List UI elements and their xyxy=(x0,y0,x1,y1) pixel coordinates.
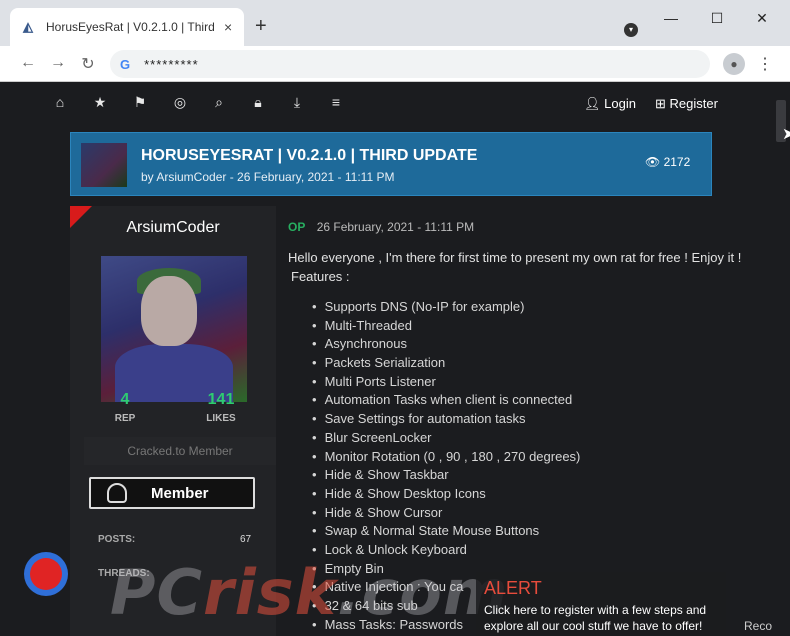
home-icon[interactable]: ⌂ xyxy=(51,94,69,110)
feature-item: Supports DNS (No-IP for example) xyxy=(312,298,580,317)
chat-widget-button[interactable] xyxy=(24,552,68,596)
new-tab-button[interactable]: + xyxy=(255,16,267,36)
search-icon[interactable]: ⌕ xyxy=(210,94,228,111)
feature-item: Automation Tasks when client is connecte… xyxy=(312,391,580,410)
op-badge: OP xyxy=(288,220,306,234)
likes-label: LIKES xyxy=(206,413,236,424)
plus-square-icon: ⊞ xyxy=(655,96,670,111)
forum-page: ⌂ ★ ⚑ ◎ ⌕ 🔒︎ ⤓ ≡ 👤︎ Login ⊞ Register ➤ H… xyxy=(0,82,790,636)
thread-header: HORUSEYESRAT | V0.2.1.0 | THIRD UPDATE b… xyxy=(70,132,712,196)
author-name[interactable]: ArsiumCoder xyxy=(70,219,276,237)
intro-text: Hello everyone , I'm there for first tim… xyxy=(288,250,742,265)
feature-item: Multi-Threaded xyxy=(312,317,580,336)
flag-icon[interactable]: ⚑ xyxy=(131,94,149,111)
alert-text: Click here to register with a few steps … xyxy=(484,603,707,633)
back-arrow-icon[interactable]: ← xyxy=(18,54,38,72)
thread-title: HORUSEYESRAT | V0.2.1.0 | THIRD UPDATE xyxy=(141,147,478,164)
post-intro: Hello everyone , I'm there for first tim… xyxy=(288,248,764,286)
site-favicon-icon: ◭ xyxy=(23,19,33,34)
features-heading: Features : xyxy=(291,269,350,284)
coins-icon[interactable]: ◎ xyxy=(171,94,189,111)
star-icon[interactable]: ★ xyxy=(91,94,109,111)
download-icon[interactable]: ⤓ xyxy=(288,94,306,111)
tab-search-icon[interactable]: ▾ xyxy=(624,23,638,37)
thread-meta: by ArsiumCoder - 26 February, 2021 - 11:… xyxy=(141,170,395,184)
member-user-icon xyxy=(107,483,127,503)
google-g-icon: G xyxy=(120,56,131,72)
rep-count: 4 xyxy=(120,391,130,408)
view-count: 👁︎ 2172 xyxy=(645,155,691,169)
tab-close-icon[interactable]: × xyxy=(224,19,232,35)
rep-label: REP xyxy=(114,413,136,424)
url-text: ********* xyxy=(144,56,199,72)
posts-count: 67 xyxy=(240,534,252,545)
user-icon: 👤︎ xyxy=(584,96,605,111)
tab-title: HorusEyesRat | V0.2.1.0 | Third Up xyxy=(46,20,216,34)
feature-item: Hide & Show Desktop Icons xyxy=(312,485,580,504)
address-bar[interactable]: G ********* xyxy=(110,50,710,78)
account-icon[interactable]: ● xyxy=(723,53,745,75)
forward-arrow-icon[interactable]: → xyxy=(48,54,68,72)
likes-count: 141 xyxy=(207,391,235,408)
posts-label: POSTS: xyxy=(98,534,136,545)
close-window-button[interactable]: ✕ xyxy=(752,10,772,27)
tab-strip: ◭ HorusEyesRat | V0.2.1.0 | Third Up × +… xyxy=(0,0,790,46)
feature-item: Save Settings for automation tasks xyxy=(312,410,580,429)
login-link[interactable]: 👤︎ Login xyxy=(584,96,636,112)
feature-item: Monitor Rotation (0 , 90 , 180 , 270 deg… xyxy=(312,448,581,467)
user-title: Cracked.to Member xyxy=(84,437,276,465)
register-link[interactable]: ⊞ Register xyxy=(655,96,718,112)
watermark-logo: PCrisk.com xyxy=(110,556,509,629)
member-rank-badge: Member xyxy=(89,477,255,509)
feature-item: Multi Ports Listener xyxy=(312,373,580,392)
feature-item: Packets Serialization xyxy=(312,354,580,373)
browser-tab[interactable]: ◭ HorusEyesRat | V0.2.1.0 | Third Up × xyxy=(10,8,244,46)
member-rank-label: Member xyxy=(151,485,209,502)
feature-item: Hide & Show Cursor xyxy=(312,504,580,523)
feature-item: Blur ScreenLocker xyxy=(312,429,580,448)
post-date: 26 February, 2021 - 11:11 PM xyxy=(316,220,475,234)
menu-icon[interactable]: ≡ xyxy=(327,94,345,110)
browser-toolbar: ← → ↻ G ********* ● ⋮ xyxy=(0,46,790,82)
mouse-cursor-icon: ➤ xyxy=(782,126,790,143)
top-navigation: ⌂ ★ ⚑ ◎ ⌕ 🔒︎ ⤓ ≡ 👤︎ Login ⊞ Register xyxy=(0,82,790,126)
alert-title: ALERT xyxy=(484,578,542,598)
feature-item: Swap & Normal State Mouse Buttons xyxy=(312,522,580,541)
eye-icon: 👁︎ xyxy=(645,155,664,169)
browser-menu-icon[interactable]: ⋮ xyxy=(757,54,773,74)
reload-icon[interactable]: ↻ xyxy=(78,54,98,74)
thread-author-avatar[interactable] xyxy=(81,143,127,187)
recaptcha-label: Reco xyxy=(744,619,773,633)
post-meta: OP 26 February, 2021 - 11:11 PM xyxy=(288,220,474,234)
feature-item: Hide & Show Taskbar xyxy=(312,466,580,485)
lock-icon[interactable]: 🔒︎ xyxy=(249,94,267,111)
register-alert[interactable]: ALERT Click here to register with a few … xyxy=(476,572,726,636)
maximize-button[interactable]: ☐ xyxy=(707,10,727,27)
minimize-button[interactable]: — xyxy=(661,10,681,26)
author-avatar xyxy=(101,256,247,402)
feature-item: Asynchronous xyxy=(312,335,580,354)
